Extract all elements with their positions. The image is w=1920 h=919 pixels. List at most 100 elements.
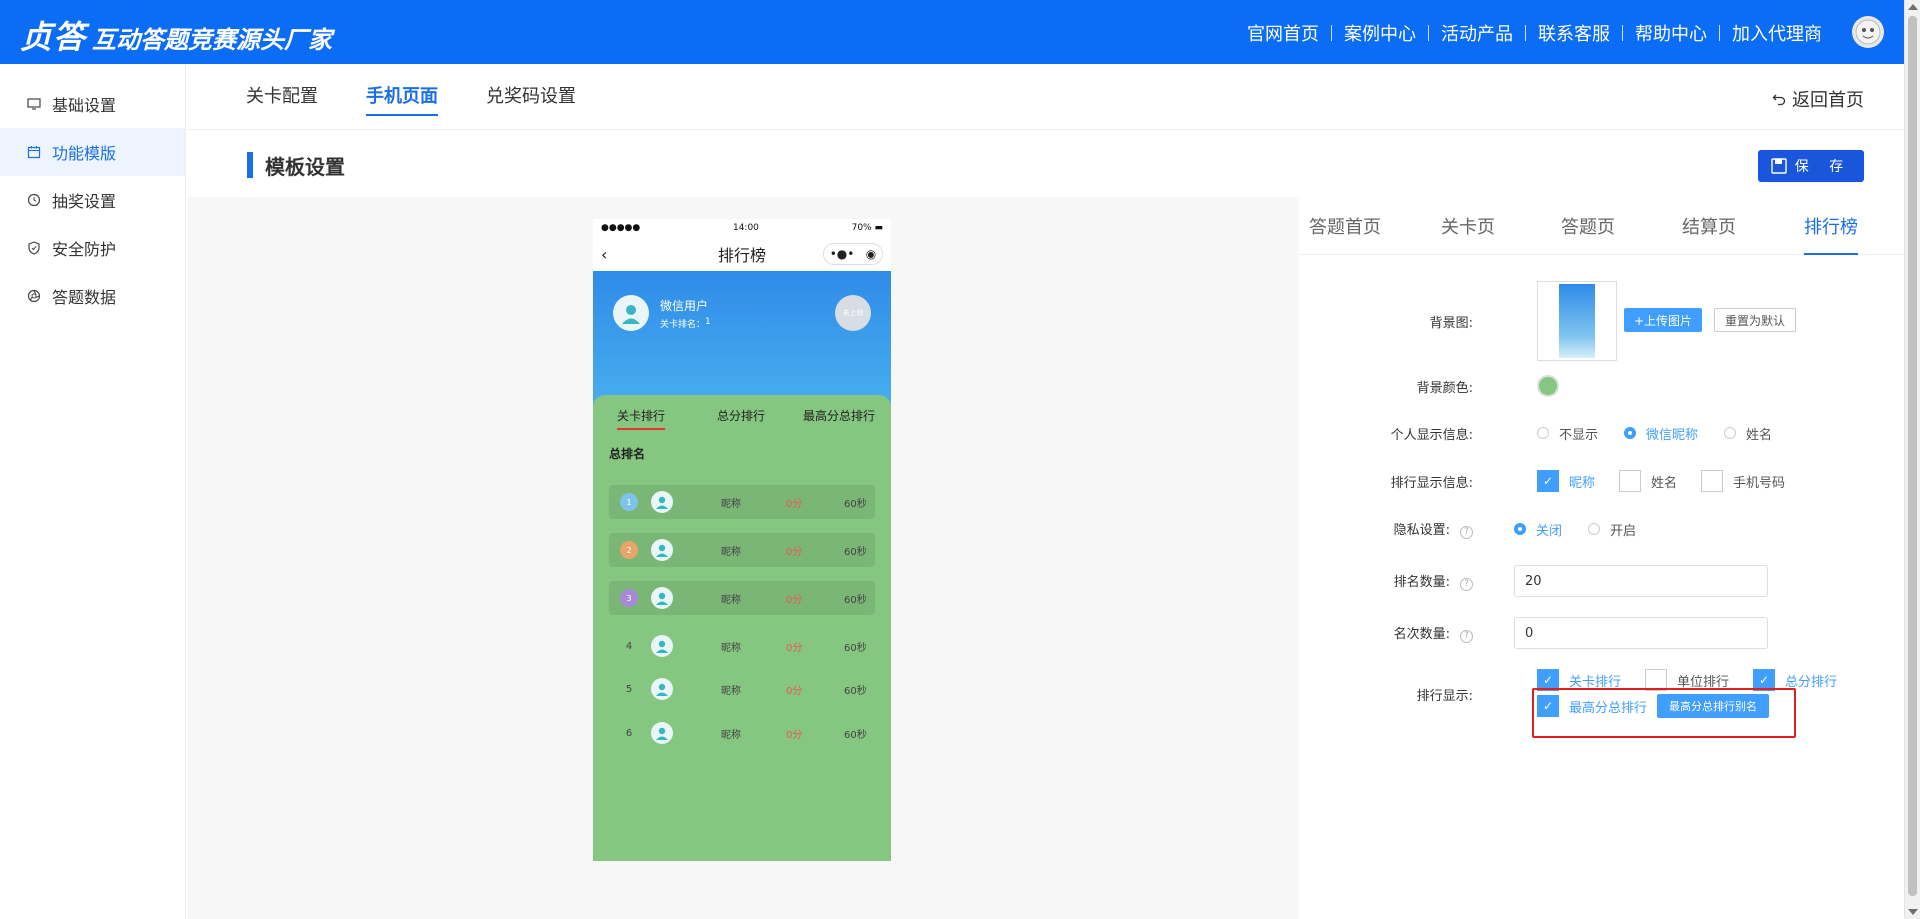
status-time: 14:00 <box>732 223 759 233</box>
scroll-down-arrow-icon[interactable] <box>1908 909 1918 915</box>
radio-dot <box>1724 427 1737 439</box>
check-icon: ✓ <box>1537 470 1559 492</box>
upload-image-button[interactable]: +上传图片 <box>1624 308 1703 332</box>
mini-program-capsule[interactable]: •●• ◉ <box>823 243 883 265</box>
checkbox-label: 昵称 <box>1569 475 1596 491</box>
checkbox-phone[interactable]: 手机号码 <box>1701 470 1785 492</box>
sidebar-item-basic-settings[interactable]: 基础设置 <box>0 80 185 128</box>
place-count-input[interactable] <box>1514 617 1768 649</box>
nav-link-home[interactable]: 官网首页 <box>1235 20 1331 46</box>
aperture-icon <box>26 288 42 304</box>
sidebar-item-lottery-settings[interactable]: 抽奖设置 <box>0 176 185 224</box>
radio-dot <box>1624 427 1637 439</box>
row-score: 0分 <box>786 546 803 558</box>
reset-default-button[interactable]: 重置为默认 <box>1714 308 1797 332</box>
more-icon[interactable]: •●• <box>830 247 855 261</box>
nav-link-support[interactable]: 联系客服 <box>1526 20 1622 46</box>
save-button[interactable]: 保 存 <box>1758 150 1864 182</box>
tab-level-config[interactable]: 关卡配置 <box>246 82 318 114</box>
row-score: 0分 <box>786 729 803 741</box>
medal-icon-1: 1 <box>620 493 638 511</box>
top-header: 贞答 互动答题竞赛源头厂家 官网首页 案例中心 活动产品 联系客服 帮助中心 加… <box>0 0 1904 64</box>
save-button-label: 保 存 <box>1794 159 1852 175</box>
phone-navbar: ‹ 排行榜 •●• ◉ <box>593 237 891 271</box>
row-time: 60秒 <box>844 729 867 741</box>
personal-info-radios: 不显示 微信昵称 姓名 <box>1537 424 1798 443</box>
undo-icon <box>1772 94 1786 106</box>
total-rank-heading: 总排名 <box>609 447 646 461</box>
help-icon[interactable]: ? <box>1460 577 1473 591</box>
user-avatar[interactable] <box>1852 16 1884 48</box>
shield-icon <box>26 240 42 256</box>
avatar-icon <box>651 491 673 513</box>
sidebar: 基础设置 功能模版 抽奖设置 安全防护 答题数据 <box>0 64 186 919</box>
chevron-left-icon[interactable]: ‹ <box>601 245 607 264</box>
tab-answer-page[interactable]: 答题页 <box>1561 213 1615 253</box>
sidebar-item-answer-data[interactable]: 答题数据 <box>0 272 185 320</box>
section-title: 模板设置 <box>265 154 345 179</box>
nav-link-agent[interactable]: 加入代理商 <box>1720 20 1834 46</box>
sidebar-item-function-template[interactable]: 功能模版 <box>0 128 185 176</box>
avatar-icon <box>651 539 673 561</box>
help-icon[interactable]: ? <box>1460 629 1473 643</box>
brand-name: 贞答 <box>20 18 87 56</box>
rank-count-input[interactable] <box>1514 565 1768 597</box>
bg-color-label: 背景颜色: <box>1416 380 1473 396</box>
medal-icon-3: 3 <box>620 589 638 607</box>
sidebar-item-label: 功能模版 <box>52 144 117 163</box>
phone-preview: ●●●●● 14:00 70% ▬ ‹ 排行榜 •●• ◉ 微信用户 关卡排名：… <box>593 219 891 861</box>
medal-icon-2: 2 <box>620 541 638 559</box>
highlight-box <box>1532 688 1796 738</box>
radio-privacy-off[interactable]: 关闭 <box>1514 520 1562 539</box>
rank-badge: 未上榜 <box>835 295 871 331</box>
ranking-tab-level[interactable]: 关卡排行 <box>617 407 666 430</box>
checkbox-label: 姓名 <box>1651 475 1678 491</box>
tab-answer-home[interactable]: 答题首页 <box>1309 213 1381 253</box>
radio-name[interactable]: 姓名 <box>1724 424 1772 443</box>
row-time: 60秒 <box>844 685 867 697</box>
checkbox-nickname[interactable]: ✓ 昵称 <box>1537 470 1595 492</box>
rank-info-label: 排行显示信息: <box>1390 475 1473 491</box>
ranking-tab-total[interactable]: 总分排行 <box>717 407 765 424</box>
battery-level: 70% <box>851 223 872 233</box>
nav-link-cases[interactable]: 案例中心 <box>1332 20 1428 46</box>
back-home-label: 返回首页 <box>1792 90 1864 111</box>
user-hero: 微信用户 关卡排名： 1 未上榜 <box>593 271 891 413</box>
nav-link-help[interactable]: 帮助中心 <box>1623 20 1719 46</box>
scrollbar-thumb[interactable] <box>1908 16 1917 896</box>
avatar-icon <box>651 678 673 700</box>
sidebar-item-label: 抽奖设置 <box>52 192 117 211</box>
back-home-link[interactable]: 返回首页 <box>1772 86 1864 112</box>
scroll-up-arrow-icon[interactable] <box>1908 4 1918 10</box>
radio-dot <box>1514 523 1526 535</box>
radio-label: 姓名 <box>1746 427 1773 443</box>
nav-link-products[interactable]: 活动产品 <box>1429 20 1525 46</box>
radio-wechat-nickname[interactable]: 微信昵称 <box>1624 424 1698 443</box>
row-score: 0分 <box>786 498 803 510</box>
privacy-label-text: 隐私设置: <box>1393 523 1450 539</box>
bg-color-row: 背景颜色: <box>1299 371 1904 401</box>
tab-level-page[interactable]: 关卡页 <box>1441 213 1495 253</box>
clock-icon <box>26 192 42 208</box>
sidebar-item-label: 安全防护 <box>52 240 117 259</box>
close-target-icon[interactable]: ◉ <box>866 247 876 261</box>
tab-result-page[interactable]: 结算页 <box>1682 213 1736 253</box>
row-nickname: 昵称 <box>721 642 741 654</box>
checkbox-name[interactable]: 姓名 <box>1619 470 1677 492</box>
page-scrollbar[interactable] <box>1904 0 1920 919</box>
tab-redeem-code[interactable]: 兑奖码设置 <box>486 82 576 114</box>
sidebar-item-security[interactable]: 安全防护 <box>0 224 185 272</box>
brand-logo[interactable]: 贞答 互动答题竞赛源头厂家 <box>20 12 332 58</box>
avatar-icon <box>651 635 673 657</box>
help-icon[interactable]: ? <box>1460 525 1473 539</box>
ranking-tab-highest[interactable]: 最高分总排行 <box>803 407 875 424</box>
tab-leaderboard[interactable]: 排行榜 <box>1804 213 1858 255</box>
bg-image-thumbnail[interactable] <box>1537 281 1617 361</box>
phone-status-bar: ●●●●● 14:00 70% ▬ <box>593 219 891 237</box>
tab-mobile-page[interactable]: 手机页面 <box>366 82 438 116</box>
bg-color-picker[interactable] <box>1537 375 1559 397</box>
signal-indicator: ●●●●● <box>601 223 641 233</box>
radio-privacy-on[interactable]: 开启 <box>1588 520 1636 539</box>
radio-hide[interactable]: 不显示 <box>1537 424 1598 443</box>
checkbox-label: 手机号码 <box>1733 475 1786 491</box>
